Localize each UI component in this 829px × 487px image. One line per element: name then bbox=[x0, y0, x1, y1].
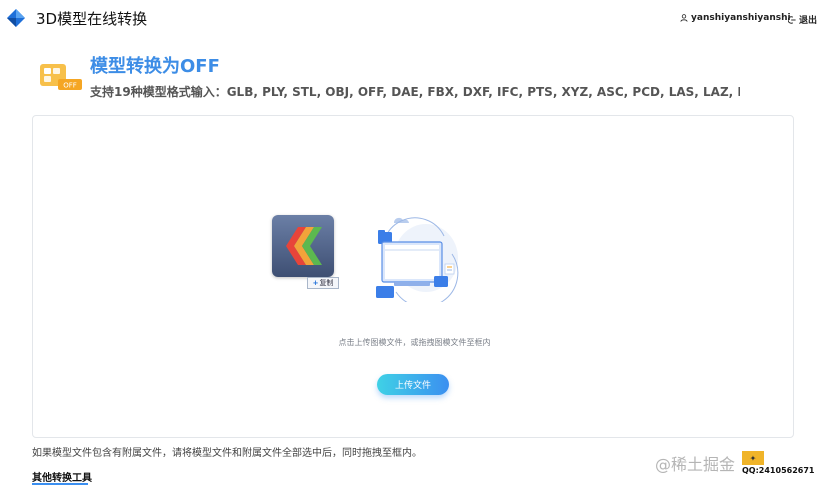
supported-formats: 支持19种模型格式输入：GLB, PLY, STL, OBJ, OFF, DAE… bbox=[90, 85, 740, 99]
top-bar: 3D模型在线转换 yanshiyanshiyanshi 退出 bbox=[0, 0, 829, 36]
page-title: 模型转换为OFF bbox=[90, 56, 220, 77]
logout-icon bbox=[788, 15, 796, 24]
upload-hint: 点击上传图模文件，或拖拽图模文件至框内 bbox=[338, 338, 491, 347]
user-icon bbox=[680, 14, 688, 22]
plus-icon: + bbox=[312, 279, 319, 287]
copy-badge-label: 复制 bbox=[319, 279, 334, 287]
diamond-logo-icon[interactable] bbox=[6, 8, 26, 28]
off-format-icon: OFF bbox=[40, 64, 82, 90]
app-title: 3D模型在线转换 bbox=[36, 10, 148, 28]
heading-underline bbox=[32, 483, 88, 485]
watermark-qq: QQ:2410562671 bbox=[742, 466, 815, 475]
logout-label: 退出 bbox=[799, 16, 818, 26]
attachment-note: 如果模型文件包含有附属文件，请将模型文件和附属文件全部选中后，同时拖拽至框内。 bbox=[32, 448, 422, 459]
watermark-text: @稀土掘金 bbox=[655, 455, 736, 474]
other-tools-heading: 其他转换工具 bbox=[32, 473, 92, 484]
off-badge-text: OFF bbox=[63, 82, 77, 90]
logout-button[interactable]: 退出 bbox=[788, 13, 817, 26]
upload-file-button[interactable]: 上传文件 bbox=[377, 374, 449, 395]
upload-illustration-icon bbox=[376, 217, 459, 302]
username: yanshiyanshiyanshi bbox=[691, 13, 791, 23]
user-menu[interactable]: yanshiyanshiyanshi bbox=[680, 13, 791, 23]
app-drag-icon[interactable] bbox=[272, 215, 334, 277]
copy-badge: + 复制 bbox=[307, 277, 339, 289]
watermark-logo-icon: ✦ bbox=[742, 451, 764, 465]
